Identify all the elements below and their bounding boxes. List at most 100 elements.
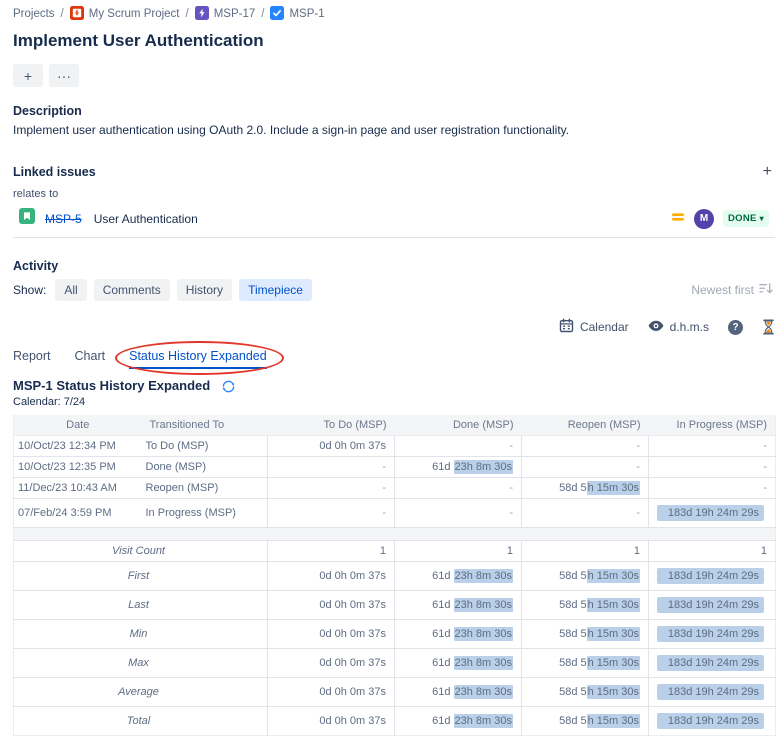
breadcrumb-issue[interactable]: MSP-1: [270, 6, 324, 23]
filter-timepiece[interactable]: Timepiece: [239, 279, 312, 301]
duration-cell: 58d 5h 15m 30s: [522, 478, 649, 499]
breadcrumb-separator: /: [261, 8, 264, 20]
hourglass-icon[interactable]: [762, 319, 775, 335]
activity-heading: Activity: [13, 259, 775, 273]
linked-issue-key[interactable]: MSP-5: [45, 212, 82, 226]
duration-cell: 1: [522, 541, 649, 562]
duration-cell: -: [649, 478, 776, 499]
separator-row: [14, 528, 776, 541]
transition-row: 10/Oct/23 12:34 PMTo Do (MSP)0d 0h 0m 37…: [14, 436, 776, 457]
duration-cell: 1: [395, 541, 522, 562]
date-cell: 10/Oct/23 12:34 PM: [14, 436, 142, 457]
sort-order-button[interactable]: Newest first: [691, 282, 775, 298]
duration-cell: 58d 5h 15m 30s: [522, 678, 649, 707]
duration-cell: -: [522, 499, 649, 528]
duration-format-button[interactable]: d.h.m.s: [648, 320, 709, 335]
highlighted-duration: 183d 19h 24m 29s: [657, 568, 764, 584]
highlighted-duration: 23h 8m 30s: [454, 627, 513, 641]
separator-cell: [14, 528, 776, 541]
column-header-transitioned-to: Transitioned To: [142, 415, 268, 436]
assignee-avatar[interactable]: M: [694, 209, 714, 229]
duration-cell: 61d 23h 8m 30s: [395, 649, 522, 678]
duration-cell: -: [649, 436, 776, 457]
duration-cell: 0d 0h 0m 37s: [268, 562, 395, 591]
sort-order-label: Newest first: [691, 283, 754, 297]
breadcrumb-project-label: My Scrum Project: [89, 8, 180, 20]
add-button[interactable]: +: [13, 64, 43, 87]
table-header-row: Date Transitioned To To Do (MSP) Done (M…: [14, 415, 776, 436]
summary-row: First0d 0h 0m 37s61d 23h 8m 30s58d 5h 15…: [14, 562, 776, 591]
help-icon[interactable]: ?: [728, 320, 743, 335]
duration-cell: 61d 23h 8m 30s: [395, 562, 522, 591]
duration-cell: 61d 23h 8m 30s: [395, 678, 522, 707]
duration-cell: 0d 0h 0m 37s: [268, 678, 395, 707]
duration-cell: 1: [649, 541, 776, 562]
summary-label-cell: Total: [14, 707, 268, 736]
status-dropdown[interactable]: DONE ▾: [723, 210, 769, 227]
column-header-reopen: Reopen (MSP): [522, 415, 649, 436]
highlighted-duration: h 15m 30s: [587, 714, 640, 728]
highlighted-duration: h 15m 30s: [587, 598, 640, 612]
refresh-icon[interactable]: [221, 379, 236, 394]
tab-status-history-expanded-label: Status History Expanded: [129, 349, 267, 363]
breadcrumb-epic[interactable]: MSP-17: [195, 6, 256, 23]
duration-cell: -: [268, 478, 395, 499]
duration-cell: 61d 23h 8m 30s: [395, 707, 522, 736]
tab-chart[interactable]: Chart: [75, 349, 106, 369]
story-icon: [19, 208, 35, 229]
breadcrumb-projects[interactable]: Projects: [13, 8, 55, 20]
duration-cell: 58d 5h 15m 30s: [522, 562, 649, 591]
calendar-button[interactable]: Calendar: [559, 318, 629, 336]
duration-cell: 183d 19h 24m 29s: [649, 499, 776, 528]
page-title: Implement User Authentication: [13, 30, 775, 52]
highlighted-duration: 183d 19h 24m 29s: [657, 684, 764, 700]
summary-label-cell: Average: [14, 678, 268, 707]
highlighted-duration: 183d 19h 24m 29s: [657, 626, 764, 642]
transition-row: 11/Dec/23 10:43 AMReopen (MSP)--58d 5h 1…: [14, 478, 776, 499]
breadcrumb-separator: /: [61, 8, 64, 20]
chevron-down-icon: ▾: [760, 215, 764, 223]
highlighted-duration: 23h 8m 30s: [454, 714, 513, 728]
eye-icon: [648, 320, 664, 335]
linked-issue-row: MSP-5 User Authentication M DONE ▾: [13, 205, 775, 238]
duration-cell: 61d 23h 8m 30s: [395, 457, 522, 478]
summary-label-cell: First: [14, 562, 268, 591]
link-relation-label: relates to: [13, 188, 775, 200]
add-link-icon[interactable]: +: [760, 165, 775, 179]
transitioned-to-cell: Done (MSP): [142, 457, 268, 478]
timepiece-toolbar: Calendar d.h.m.s ?: [13, 318, 775, 336]
description-heading: Description: [13, 104, 775, 118]
linked-issues-heading: Linked issues: [13, 165, 96, 179]
highlighted-duration: 183d 19h 24m 29s: [657, 655, 764, 671]
linked-issue-summary[interactable]: User Authentication: [94, 212, 198, 226]
duration-cell: 0d 0h 0m 37s: [268, 620, 395, 649]
tab-report[interactable]: Report: [13, 349, 51, 369]
duration-cell: -: [649, 457, 776, 478]
transition-row: 07/Feb/24 3:59 PMIn Progress (MSP)---183…: [14, 499, 776, 528]
issue-action-row: + ···: [13, 64, 775, 87]
breadcrumb: Projects / My Scrum Project / MSP-17 / M…: [13, 6, 775, 22]
breadcrumb-project[interactable]: My Scrum Project: [70, 6, 180, 23]
timepiece-tabs: Report Chart Status History Expanded: [13, 349, 775, 369]
highlighted-duration: h 15m 30s: [587, 685, 640, 699]
filter-comments[interactable]: Comments: [94, 279, 170, 301]
filter-history[interactable]: History: [177, 279, 232, 301]
task-icon: [270, 6, 284, 23]
project-avatar-icon: [70, 6, 84, 23]
summary-label-cell: Max: [14, 649, 268, 678]
breadcrumb-separator: /: [186, 8, 189, 20]
duration-cell: 183d 19h 24m 29s: [649, 562, 776, 591]
filter-all[interactable]: All: [55, 279, 86, 301]
summary-label-cell: Min: [14, 620, 268, 649]
transition-row: 10/Oct/23 12:35 PMDone (MSP)-61d 23h 8m …: [14, 457, 776, 478]
more-actions-button[interactable]: ···: [49, 64, 79, 87]
priority-medium-icon: [671, 210, 685, 228]
highlighted-duration: 23h 8m 30s: [454, 460, 513, 474]
duration-cell: 183d 19h 24m 29s: [649, 620, 776, 649]
duration-cell: 183d 19h 24m 29s: [649, 678, 776, 707]
duration-cell: 58d 5h 15m 30s: [522, 707, 649, 736]
jira-issue-page: Projects / My Scrum Project / MSP-17 / M…: [0, 0, 783, 736]
summary-row: Max0d 0h 0m 37s61d 23h 8m 30s58d 5h 15m …: [14, 649, 776, 678]
duration-cell: -: [268, 457, 395, 478]
tab-status-history-expanded[interactable]: Status History Expanded: [129, 349, 267, 369]
